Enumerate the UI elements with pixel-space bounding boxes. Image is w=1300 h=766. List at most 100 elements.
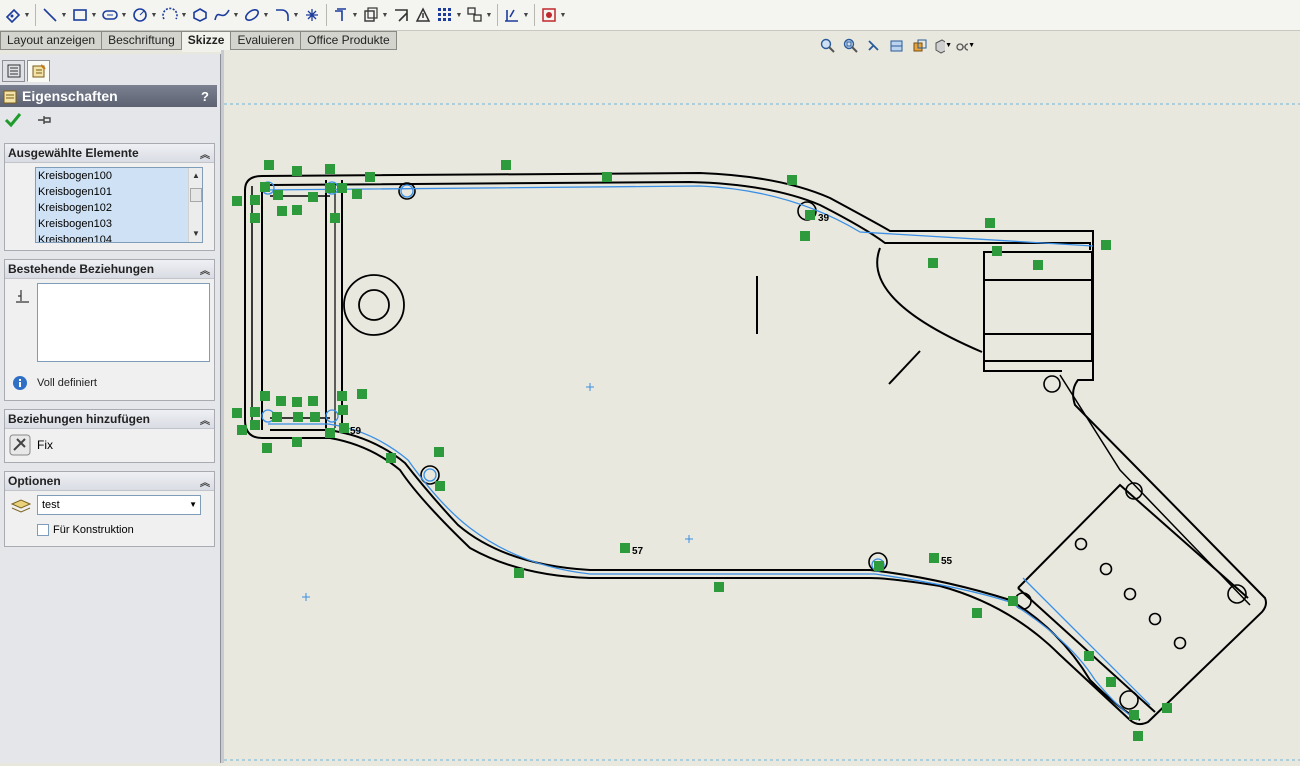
smart-dimension-button[interactable]: ▼ xyxy=(2,2,32,28)
property-manager-tab[interactable] xyxy=(27,60,50,82)
view-orientation-icon xyxy=(913,39,926,51)
dimension-label: 59 xyxy=(350,426,362,437)
feature-tree-tab[interactable] xyxy=(2,60,25,82)
options-group: Optionen ︽ test ▼ Für Konstruktion xyxy=(4,471,215,547)
previous-view-icon xyxy=(867,39,879,51)
move-entities-icon xyxy=(465,5,485,25)
repair-sketch-button[interactable]: ▼ xyxy=(538,2,568,28)
list-scrollbar[interactable]: ▲ ▼ xyxy=(188,168,202,242)
collapse-icon[interactable]: ︽ xyxy=(200,412,210,427)
relations-icon xyxy=(16,290,29,303)
linear-pattern-button[interactable]: ▼ xyxy=(434,2,464,28)
property-manager-icon xyxy=(32,64,46,78)
circle-button[interactable]: ▼ xyxy=(129,2,159,28)
collapse-icon[interactable]: ︽ xyxy=(200,474,210,489)
polygon-button[interactable] xyxy=(189,2,211,28)
spline-button[interactable]: ▼ xyxy=(211,2,241,28)
graphics-area[interactable]: 39 59 57 55 xyxy=(224,50,1300,763)
fillet-button[interactable]: ▼ xyxy=(271,2,301,28)
scroll-thumb[interactable] xyxy=(190,188,202,202)
ellipse-icon xyxy=(242,5,262,25)
arc-button[interactable]: ▼ xyxy=(159,2,189,28)
rectangle-button[interactable]: ▼ xyxy=(69,2,99,28)
panel-title: Eigenschaften xyxy=(22,88,118,104)
smart-dimension-icon xyxy=(3,5,23,25)
spline-icon xyxy=(212,5,232,25)
feature-tree-icon xyxy=(7,64,20,78)
tab-beschriftung[interactable]: Beschriftung xyxy=(102,31,182,50)
zoom-area-icon xyxy=(843,38,858,53)
collapse-icon[interactable]: ︽ xyxy=(200,262,210,277)
slot-button[interactable]: ▼ xyxy=(99,2,129,28)
existing-relations-list[interactable] xyxy=(37,283,210,362)
group-title: Beziehungen hinzufügen xyxy=(8,412,150,426)
rectangle-icon xyxy=(70,5,90,25)
info-icon xyxy=(13,376,27,390)
previous-view-button[interactable] xyxy=(864,37,883,54)
line-icon xyxy=(40,5,60,25)
zoom-area-button[interactable] xyxy=(841,37,860,54)
section-view-icon xyxy=(890,40,902,51)
point-button[interactable] xyxy=(301,2,323,28)
tab-evaluieren[interactable]: Evaluieren xyxy=(231,31,302,50)
chevron-down-icon: ▼ xyxy=(189,500,197,509)
dimension-label: 39 xyxy=(818,213,830,224)
list-item[interactable]: Kreisbogen101 xyxy=(36,184,202,200)
sketch-geometry xyxy=(244,171,1267,726)
group-title: Bestehende Beziehungen xyxy=(8,262,155,276)
construction-checkbox[interactable] xyxy=(37,524,49,536)
convert-entities-button[interactable]: ▼ xyxy=(360,2,390,28)
display-style-button[interactable]: ▼ xyxy=(933,37,952,54)
mirror-button[interactable] xyxy=(412,2,434,28)
list-item[interactable]: Kreisbogen103 xyxy=(36,216,202,232)
list-item[interactable]: Kreisbogen102 xyxy=(36,200,202,216)
layer-select[interactable]: test ▼ xyxy=(37,495,201,515)
definition-status: Voll definiert xyxy=(37,377,97,389)
slot-icon xyxy=(100,5,120,25)
existing-relations-group: Bestehende Beziehungen ︽ Voll definiert xyxy=(4,259,215,401)
selected-entities xyxy=(261,181,1151,721)
group-title: Ausgewählte Elemente xyxy=(8,146,139,160)
move-entities-button[interactable]: ▼ xyxy=(464,2,494,28)
fillet-icon xyxy=(272,5,292,25)
tab-layout-anzeigen[interactable]: Layout anzeigen xyxy=(0,31,103,50)
layer-icon xyxy=(11,499,31,513)
fix-relation-button[interactable]: Fix xyxy=(9,434,53,456)
list-item[interactable]: Kreisbogen104 xyxy=(36,232,202,242)
mirror-icon xyxy=(413,5,433,25)
point-icon xyxy=(302,5,322,25)
ok-button[interactable] xyxy=(4,112,22,131)
list-item[interactable]: Kreisbogen100 xyxy=(36,168,202,184)
sketch-drawing[interactable]: 39 59 57 55 xyxy=(224,50,1300,763)
scroll-down-icon[interactable]: ▼ xyxy=(190,228,202,240)
tab-skizze[interactable]: Skizze xyxy=(181,31,232,52)
convert-entities-icon xyxy=(361,5,381,25)
relation-badges xyxy=(232,160,1172,741)
hide-show-button[interactable]: ▼ xyxy=(956,37,975,54)
dimension-label: 57 xyxy=(632,546,644,557)
view-orientation-button[interactable] xyxy=(910,37,929,54)
display-relations-icon xyxy=(502,5,522,25)
section-view-button[interactable] xyxy=(887,37,906,54)
heads-up-view-toolbar: ▼ ▼ xyxy=(818,37,975,54)
pin-button[interactable] xyxy=(36,112,54,131)
property-manager-panel: Eigenschaften ? Ausgewählte Elemente ︽ Kr… xyxy=(0,54,221,763)
zoom-to-fit-icon xyxy=(820,38,835,53)
display-style-icon xyxy=(935,38,946,54)
collapse-icon[interactable]: ︽ xyxy=(200,146,210,161)
trim-button[interactable] xyxy=(390,2,412,28)
zoom-to-fit-button[interactable] xyxy=(818,37,837,54)
line-button[interactable]: ▼ xyxy=(39,2,69,28)
display-relations-button[interactable]: ▼ xyxy=(501,2,531,28)
property-icon xyxy=(3,90,17,104)
selected-entities-list[interactable]: Kreisbogen100 Kreisbogen101 Kreisbogen10… xyxy=(35,167,203,243)
help-button[interactable]: ? xyxy=(201,89,209,104)
offset-button[interactable]: ▼ xyxy=(330,2,360,28)
ellipse-button[interactable]: ▼ xyxy=(241,2,271,28)
sketch-points xyxy=(302,383,693,601)
scroll-up-icon[interactable]: ▲ xyxy=(190,170,202,182)
circle-icon xyxy=(130,5,150,25)
polygon-icon xyxy=(190,5,210,25)
pushpin-icon xyxy=(38,116,51,124)
tab-office-produkte[interactable]: Office Produkte xyxy=(301,31,397,50)
